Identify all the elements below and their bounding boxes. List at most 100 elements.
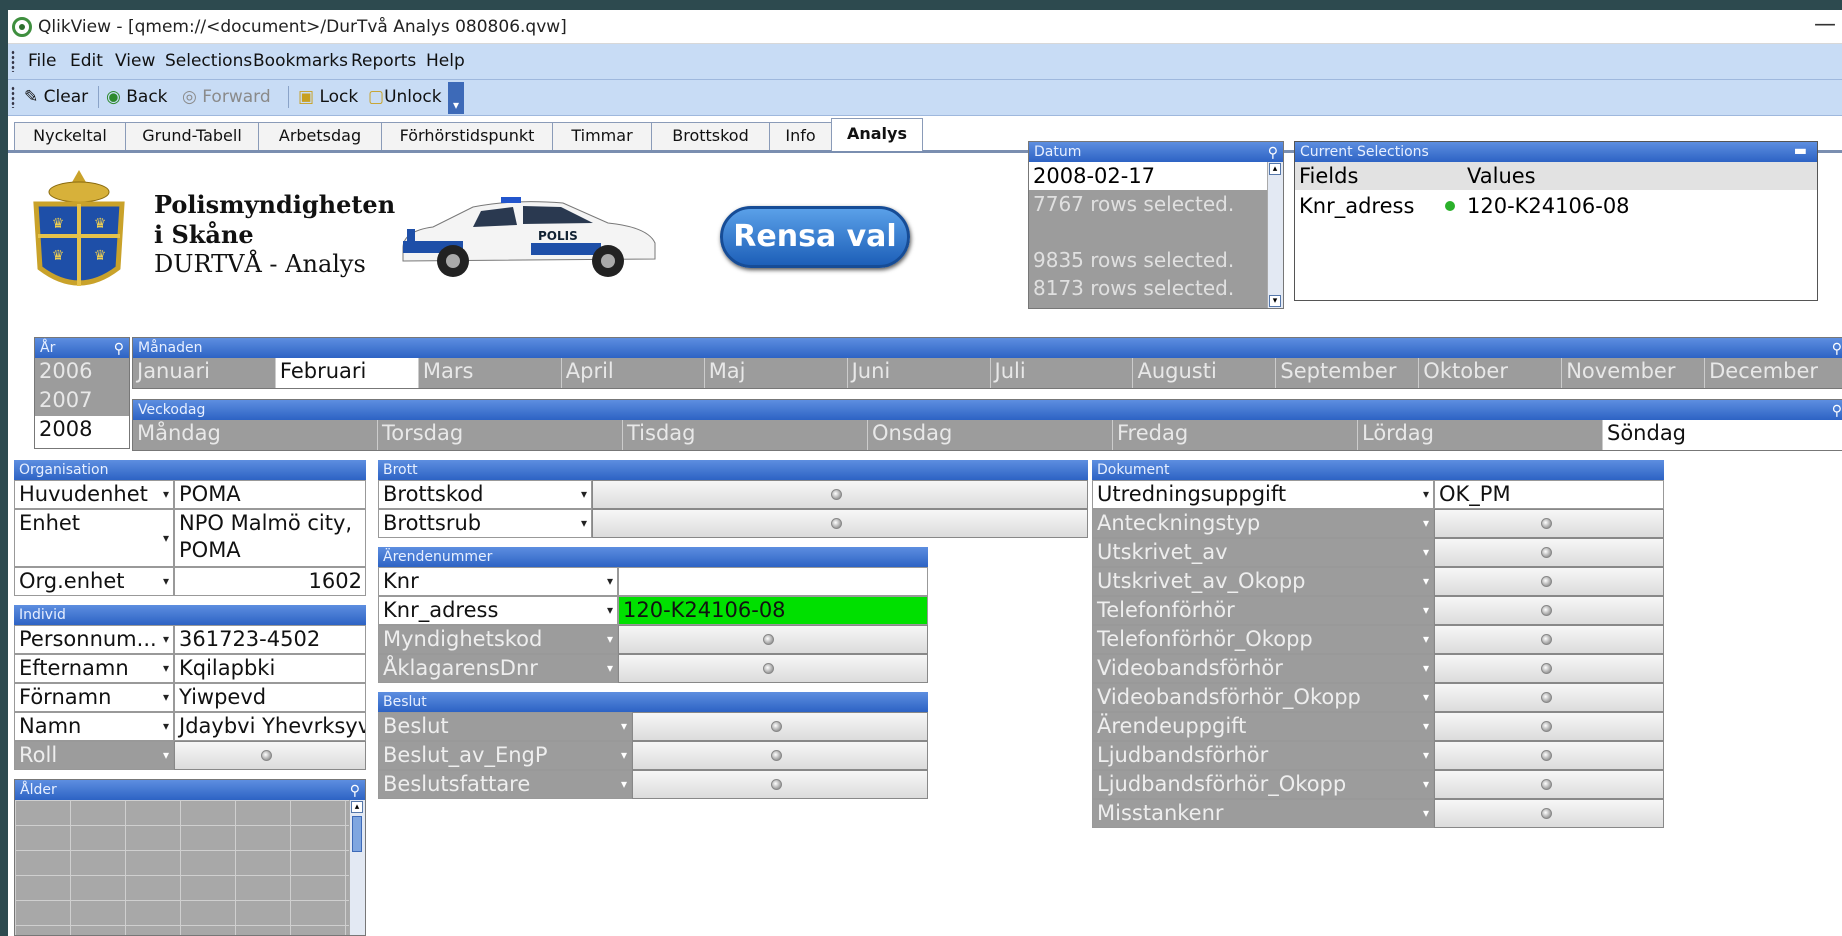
search-icon[interactable]: ⚲ xyxy=(350,781,360,801)
month-april[interactable]: April xyxy=(561,358,705,388)
dropdown-icon[interactable]: ▾ xyxy=(163,525,169,552)
dropdown-icon[interactable]: ▾ xyxy=(1423,568,1429,595)
enhet-value[interactable]: NPO Malmö city, POMA xyxy=(174,509,366,567)
dokument-value-utredningsuppgift[interactable]: OK_PM xyxy=(1434,480,1664,509)
huvudenhet-label[interactable]: Huvudenhet ▾ xyxy=(14,480,174,509)
dropdown-icon[interactable]: ▾ xyxy=(1423,742,1429,769)
knr-adress-value[interactable]: 120-K24106-08 xyxy=(618,596,928,625)
tab-nyckeltal[interactable]: Nyckeltal xyxy=(14,122,126,150)
dropdown-icon[interactable]: ▾ xyxy=(1423,597,1429,624)
weekday-mandag[interactable]: Måndag xyxy=(133,420,378,450)
enhet-label[interactable]: Enhet ▾ xyxy=(14,509,174,567)
ar-item-2008[interactable]: 2008 xyxy=(35,416,129,448)
menu-bookmarks[interactable]: Bookmarks xyxy=(253,51,348,71)
lock-button[interactable]: ▣ Lock xyxy=(298,87,358,107)
tab-arbetsdag[interactable]: Arbetsdag xyxy=(258,122,382,150)
menu-selections[interactable]: Selections xyxy=(165,51,252,71)
beslut-value[interactable] xyxy=(632,712,928,741)
scroll-up-icon[interactable]: ▴ xyxy=(351,801,363,813)
menu-grip[interactable] xyxy=(11,50,15,72)
back-button[interactable]: ◉ Back xyxy=(106,87,168,107)
dokument-label-telefonf-rh-r-okopp[interactable]: Telefonförhör_Okopp ▾ xyxy=(1092,625,1434,654)
menu-help[interactable]: Help xyxy=(426,51,465,71)
beslut-av-engp-value[interactable] xyxy=(632,741,928,770)
search-icon[interactable]: ⚲ xyxy=(1832,339,1842,359)
datum-item[interactable]: 9835 rows selected. xyxy=(1029,246,1267,274)
namn-value[interactable]: Jdaybvi Yhevrksyv xyxy=(174,712,366,741)
dokument-label-utredningsuppgift[interactable]: Utredningsuppgift ▾ xyxy=(1092,480,1434,509)
tab-brottskod[interactable]: Brottskod xyxy=(651,122,770,150)
dropdown-icon[interactable]: ▾ xyxy=(1423,626,1429,653)
month-december[interactable]: December xyxy=(1705,358,1842,388)
dropdown-icon[interactable]: ▾ xyxy=(607,626,613,653)
dokument-label-videobandsf-rh-r-okopp[interactable]: Videobandsförhör_Okopp ▾ xyxy=(1092,683,1434,712)
dokument-value-misstankenr[interactable] xyxy=(1434,799,1664,828)
scroll-thumb[interactable] xyxy=(352,816,362,852)
tab-analys[interactable]: Analys xyxy=(831,118,923,151)
dropdown-icon[interactable]: ▾ xyxy=(581,481,587,508)
dropdown-icon[interactable]: ▾ xyxy=(607,568,613,595)
roll-label[interactable]: Roll ▾ xyxy=(14,741,174,770)
dropdown-icon[interactable]: ▾ xyxy=(607,655,613,682)
dropdown-icon[interactable]: ▾ xyxy=(163,742,169,769)
dokument-value-ljudbandsf-rh-r[interactable] xyxy=(1434,741,1664,770)
unlock-button[interactable]: ▢Unlock xyxy=(368,87,442,107)
beslutsfattare-value[interactable] xyxy=(632,770,928,799)
month-september[interactable]: September xyxy=(1276,358,1420,388)
clear-button[interactable]: ✎ Clear xyxy=(24,87,88,107)
dokument-label-telefonf-rh-r[interactable]: Telefonförhör ▾ xyxy=(1092,596,1434,625)
fornamn-value[interactable]: Yiwpevd xyxy=(174,683,366,712)
dropdown-icon[interactable]: ▾ xyxy=(1423,684,1429,711)
brottskod-value[interactable] xyxy=(592,480,1088,509)
dropdown-icon[interactable]: ▾ xyxy=(1423,800,1429,827)
month-juni[interactable]: Juni xyxy=(847,358,991,388)
dropdown-icon[interactable]: ▾ xyxy=(163,481,169,508)
dokument-label-videobandsf-rh-r[interactable]: Videobandsförhör ▾ xyxy=(1092,654,1434,683)
personnummer-label[interactable]: Personnum... ▾ xyxy=(14,625,174,654)
tab-info[interactable]: Info xyxy=(769,122,832,150)
tab-grund-tabell[interactable]: Grund-Tabell xyxy=(125,122,259,150)
datum-item-selected[interactable]: 2008-02-17 xyxy=(1029,162,1267,190)
search-icon[interactable]: ⚲ xyxy=(1268,143,1278,163)
month-oktober[interactable]: Oktober xyxy=(1419,358,1563,388)
dropdown-icon[interactable]: ▾ xyxy=(163,655,169,682)
scroll-up-icon[interactable]: ▴ xyxy=(1269,163,1281,175)
tab-forhorstidspunkt[interactable]: Förhörstidspunkt xyxy=(381,122,553,150)
personnummer-value[interactable]: 361723-4502 xyxy=(174,625,366,654)
month-maj[interactable]: Maj xyxy=(704,358,848,388)
dokument-label-utskrivet-av-okopp[interactable]: Utskrivet_av_Okopp ▾ xyxy=(1092,567,1434,596)
efternamn-label[interactable]: Efternamn ▾ xyxy=(14,654,174,683)
ar-item-2006[interactable]: 2006 xyxy=(35,358,129,387)
menu-view[interactable]: View xyxy=(115,51,155,71)
rensa-val-button[interactable]: Rensa val xyxy=(720,206,910,268)
dropdown-icon[interactable]: ▾ xyxy=(163,568,169,595)
selection-value[interactable]: 120-K24106-08 xyxy=(1467,192,1630,220)
datum-item[interactable]: 8173 rows selected. xyxy=(1029,274,1267,302)
weekday-fredag[interactable]: Fredag xyxy=(1113,420,1358,450)
month-februari[interactable]: Februari xyxy=(275,358,419,388)
month-november[interactable]: November xyxy=(1562,358,1706,388)
toolbar-overflow-chevron-icon[interactable]: ▾ xyxy=(448,82,464,114)
dokument-label-ljudbandsf-rh-r[interactable]: Ljudbandsförhör ▾ xyxy=(1092,741,1434,770)
dokument-value-utskrivet-av[interactable] xyxy=(1434,538,1664,567)
alder-scrollbar[interactable]: ▴ xyxy=(349,800,365,935)
roll-value[interactable] xyxy=(174,741,366,770)
knr-label[interactable]: Knr ▾ xyxy=(378,567,618,596)
menu-reports[interactable]: Reports xyxy=(351,51,416,71)
minimize-box-icon[interactable]: ▬ xyxy=(1794,141,1807,161)
dokument-label-anteckningstyp[interactable]: Anteckningstyp ▾ xyxy=(1092,509,1434,538)
weekday-sondag[interactable]: Söndag xyxy=(1603,420,1842,450)
dropdown-icon[interactable]: ▾ xyxy=(1423,713,1429,740)
dokument-value-telefonf-rh-r[interactable] xyxy=(1434,596,1664,625)
weekday-onsdag[interactable]: Onsdag xyxy=(868,420,1113,450)
beslut-label[interactable]: Beslut ▾ xyxy=(378,712,632,741)
dokument-value--rendeuppgift[interactable] xyxy=(1434,712,1664,741)
menu-file[interactable]: File xyxy=(28,51,56,71)
dokument-value-videobandsf-rh-r-okopp[interactable] xyxy=(1434,683,1664,712)
aklagarens-dnr-label[interactable]: ÅklagarensDnr ▾ xyxy=(378,654,618,683)
beslutsfattare-label[interactable]: Beslutsfattare ▾ xyxy=(378,770,632,799)
dokument-value-utskrivet-av-okopp[interactable] xyxy=(1434,567,1664,596)
dropdown-icon[interactable]: ▾ xyxy=(1423,539,1429,566)
tab-timmar[interactable]: Timmar xyxy=(552,122,652,150)
knr-value[interactable] xyxy=(618,567,928,596)
